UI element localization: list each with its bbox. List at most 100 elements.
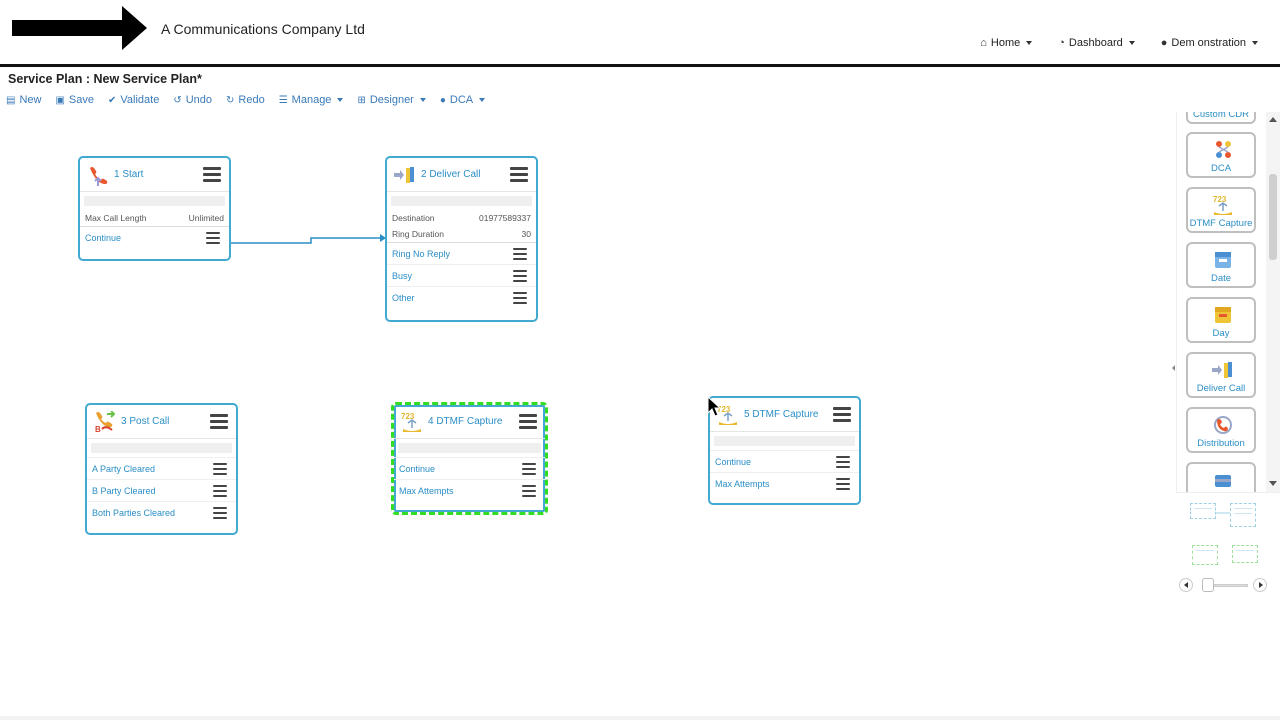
redo-label: Redo	[238, 94, 265, 106]
node-menu-icon[interactable]	[833, 407, 851, 423]
palette-item-custom-cdr[interactable]: Custom CDR	[1186, 112, 1256, 124]
user-icon: ●	[439, 94, 446, 106]
dtmf-capture-icon: 723	[401, 412, 421, 432]
exit-menu-icon[interactable]	[522, 463, 536, 475]
property-label: Destination	[392, 213, 435, 223]
node-exit-other[interactable]: Other	[387, 286, 536, 308]
design-canvas[interactable]: 1 Start Max Call Length Unlimited Contin…	[0, 112, 1176, 712]
designer-menu[interactable]: ⊞ Designer	[357, 94, 426, 106]
exit-menu-icon[interactable]	[206, 232, 220, 244]
toolbar: ▤ New ▣ Save ✔ Validate ↺ Undo ↻ Redo ☰ Manage…	[6, 94, 486, 106]
node-palette[interactable]: Custom CDR DCA 723 DTMF Capture Date Day…	[1176, 112, 1280, 492]
nav-home[interactable]: ⌂ Home	[980, 37, 1033, 49]
phone-icon	[90, 167, 108, 186]
node-header: 723 5 DTMF Capture	[710, 398, 859, 432]
validate-button[interactable]: ✔ Validate	[108, 94, 159, 106]
palette-item-partial[interactable]	[1186, 462, 1256, 492]
node-exit-continue[interactable]: Continue	[710, 450, 859, 472]
node-deliver-call[interactable]: 2 Deliver Call Destination 01977589337 R…	[385, 156, 538, 322]
node-description-bar	[91, 443, 232, 453]
exit-menu-icon[interactable]	[513, 248, 527, 260]
calendar-icon	[1215, 252, 1231, 268]
scroll-down-icon[interactable]	[1269, 481, 1277, 486]
exit-label: Ring No Reply	[392, 249, 451, 259]
node-title: 1 Start	[114, 169, 144, 180]
undo-label: Undo	[185, 94, 213, 106]
manage-menu[interactable]: ☰ Manage	[279, 94, 344, 106]
dca-menu[interactable]: ● DCA	[439, 94, 486, 106]
node-exit-a-party-cleared[interactable]: A Party Cleared	[87, 457, 236, 479]
node-property: Destination 01977589337	[387, 210, 536, 226]
exit-label: B Party Cleared	[92, 486, 156, 496]
node-exit-b-party-cleared[interactable]: B Party Cleared	[87, 479, 236, 501]
exit-menu-icon[interactable]	[836, 478, 850, 490]
palette-item-day[interactable]: Day	[1186, 297, 1256, 343]
palette-item-distribution[interactable]: Distribution	[1186, 407, 1256, 453]
chevron-down-icon	[1026, 41, 1033, 45]
node-exit-both-parties-cleared[interactable]: Both Parties Cleared	[87, 501, 236, 523]
designer-label: Designer	[369, 94, 414, 106]
zoom-slider-handle[interactable]	[1202, 578, 1214, 592]
exit-menu-icon[interactable]	[522, 485, 536, 497]
exit-menu-icon[interactable]	[513, 270, 527, 282]
node-menu-icon[interactable]	[210, 414, 228, 430]
palette-scrollbar[interactable]	[1266, 112, 1280, 492]
exit-label: A Party Cleared	[92, 464, 156, 474]
property-value: 01977589337	[478, 213, 531, 223]
exit-menu-icon[interactable]	[836, 456, 850, 468]
node-exit-ring-no-reply[interactable]: Ring No Reply	[387, 242, 536, 264]
node-property: Ring Duration 30	[387, 226, 536, 242]
save-button[interactable]: ▣ Save	[55, 94, 94, 106]
file-icon: ▤	[6, 94, 16, 106]
company-logo-arrow-icon	[12, 6, 147, 50]
node-start[interactable]: 1 Start Max Call Length Unlimited Contin…	[78, 156, 231, 261]
nav-home-label: Home	[990, 37, 1021, 49]
zoom-in-button[interactable]	[1253, 578, 1267, 592]
new-button[interactable]: ▤ New	[6, 94, 41, 106]
node-header: 2 Deliver Call	[387, 158, 536, 192]
exit-label: Busy	[392, 271, 413, 281]
dashboard-icon: ◔	[1058, 37, 1065, 49]
exit-menu-icon[interactable]	[213, 463, 227, 475]
node-dtmf-capture-4[interactable]: 723 4 DTMF Capture Continue Max Attempts	[391, 402, 548, 515]
calendar-day-icon	[1215, 307, 1231, 323]
redo-button[interactable]: ↻ Redo	[226, 94, 265, 106]
chevron-down-icon	[419, 98, 426, 102]
palette-item-dca[interactable]: DCA	[1186, 132, 1256, 178]
node-menu-icon[interactable]	[203, 167, 221, 183]
palette-item-label: DTMF Capture	[1189, 218, 1253, 229]
nav-dashboard[interactable]: ◔ Dashboard	[1058, 37, 1135, 49]
footer-divider	[0, 716, 1280, 720]
zoom-out-button[interactable]	[1179, 578, 1193, 592]
node-menu-icon[interactable]	[519, 414, 537, 430]
mouse-cursor-icon	[707, 396, 722, 417]
palette-item-dtmf-capture[interactable]: 723 DTMF Capture	[1186, 187, 1256, 233]
page-title: Service Plan : New Service Plan*	[8, 72, 202, 86]
node-menu-icon[interactable]	[510, 167, 528, 183]
scrollbar-thumb[interactable]	[1269, 174, 1277, 260]
palette-item-date[interactable]: Date	[1186, 242, 1256, 288]
palette-item-deliver-call[interactable]: Deliver Call	[1186, 352, 1256, 398]
new-label: New	[19, 94, 42, 106]
exit-menu-icon[interactable]	[513, 292, 527, 304]
node-title: 4 DTMF Capture	[428, 416, 503, 427]
scroll-up-icon[interactable]	[1269, 117, 1277, 122]
palette-collapse-icon[interactable]	[1172, 365, 1175, 371]
exit-label: Max Attempts	[715, 479, 770, 489]
node-exit-max-attempts[interactable]: Max Attempts	[394, 479, 545, 501]
node-exit-continue[interactable]: Continue	[80, 226, 229, 248]
node-title: 3 Post Call	[121, 416, 170, 427]
node-dtmf-capture-5[interactable]: 723 5 DTMF Capture Continue Max Attempts	[708, 396, 861, 505]
nav-user-label: Dem onstration	[1171, 37, 1246, 49]
exit-label: Continue	[399, 464, 436, 474]
node-post-call[interactable]: B 3 Post Call A Party Cleared B Party Cl…	[85, 403, 238, 535]
exit-menu-icon[interactable]	[213, 485, 227, 497]
email-icon	[1215, 475, 1231, 487]
exit-menu-icon[interactable]	[213, 507, 227, 519]
nav-user[interactable]: ● Dem onstration	[1161, 37, 1258, 49]
check-icon: ✔	[108, 94, 117, 106]
node-exit-continue[interactable]: Continue	[394, 457, 545, 479]
node-exit-busy[interactable]: Busy	[387, 264, 536, 286]
undo-button[interactable]: ↺ Undo	[173, 94, 212, 106]
node-exit-max-attempts[interactable]: Max Attempts	[710, 472, 859, 494]
